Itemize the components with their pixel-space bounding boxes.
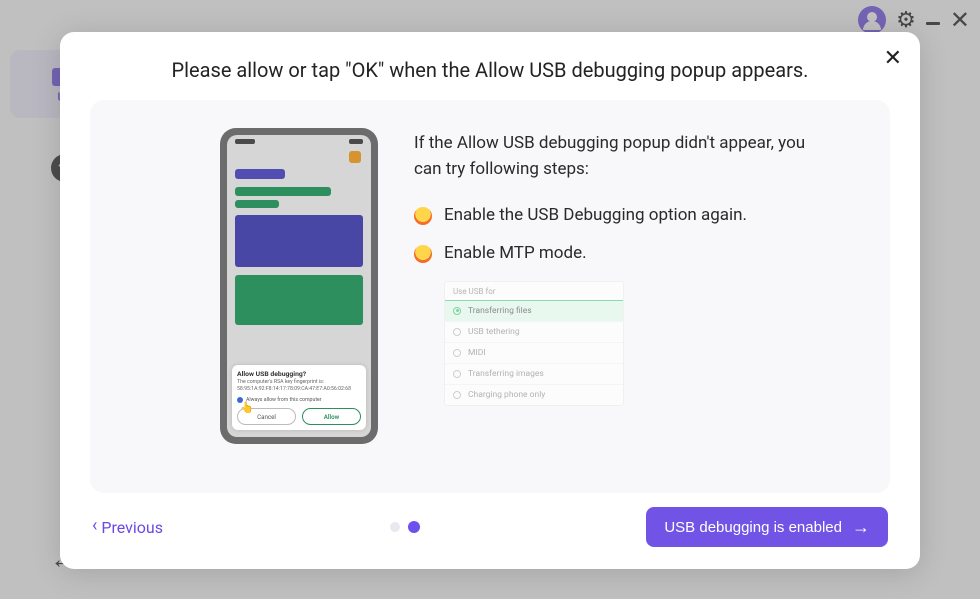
- modal-title: Please allow or tap "OK" when the Allow …: [90, 58, 890, 82]
- tip-text: Enable MTP mode.: [444, 243, 587, 263]
- usb-option: Transferring images: [445, 363, 623, 384]
- radio-icon: [453, 349, 461, 357]
- usb-option-label: MIDI: [468, 348, 486, 358]
- usb-option: Transferring files: [445, 300, 623, 321]
- modal-footer: ‹ Previous USB debugging is enabled →: [90, 507, 890, 547]
- step-indicator: [390, 521, 420, 533]
- tip-row: Enable MTP mode.: [414, 243, 852, 263]
- modal-content-panel: Allow USB debugging? The computer's RSA …: [90, 100, 890, 493]
- radio-icon: [453, 307, 461, 315]
- phone-popup-line2: 58:95:1A:92:F8:14:17:78:09:CA:47:E7:A0:5…: [237, 386, 361, 393]
- radio-icon: [453, 328, 461, 336]
- intro-text: If the Allow USB debugging popup didn't …: [414, 130, 834, 183]
- usb-option: MIDI: [445, 342, 623, 363]
- modal-close-icon[interactable]: ✕: [884, 46, 902, 71]
- radio-icon: [453, 370, 461, 378]
- usb-option-label: Transferring files: [468, 306, 532, 316]
- step-dot-active: [408, 521, 420, 533]
- usb-option-label: Charging phone only: [468, 390, 545, 400]
- instructions: If the Allow USB debugging popup didn't …: [414, 128, 852, 406]
- phone-illustration: Allow USB debugging? The computer's RSA …: [220, 128, 378, 444]
- usb-option-label: USB tethering: [468, 327, 520, 337]
- chevron-left-icon: ‹: [92, 517, 97, 535]
- phone-popup: Allow USB debugging? The computer's RSA …: [232, 365, 366, 431]
- arrow-right-icon: →: [852, 518, 870, 536]
- phone-popup-checkbox-label: Always allow from this computer: [246, 397, 322, 403]
- phone-popup-title: Allow USB debugging?: [237, 370, 361, 378]
- phone-popup-allow: Allow: [302, 408, 361, 425]
- radio-icon: [453, 391, 461, 399]
- bulb-icon: [414, 245, 432, 263]
- previous-button[interactable]: ‹ Previous: [92, 518, 163, 537]
- usb-option: USB tethering: [445, 321, 623, 342]
- phone-popup-line1: The computer's RSA key fingerprint is:: [237, 379, 361, 386]
- cta-label: USB debugging is enabled: [664, 519, 842, 536]
- bulb-icon: [414, 207, 432, 225]
- tip-row: Enable the USB Debugging option again.: [414, 205, 852, 225]
- step-dot: [390, 522, 400, 532]
- usb-options-heading: Use USB for: [445, 282, 623, 300]
- modal-dialog: ✕ Please allow or tap "OK" when the Allo…: [60, 32, 920, 569]
- tip-text: Enable the USB Debugging option again.: [444, 205, 747, 225]
- tap-hand-icon: 👆: [240, 401, 254, 414]
- usb-option: Charging phone only: [445, 384, 623, 405]
- usb-option-label: Transferring images: [468, 369, 544, 379]
- usb-options-illustration: Use USB for Transferring files USB tethe…: [444, 281, 624, 406]
- previous-label: Previous: [101, 518, 163, 537]
- usb-debugging-enabled-button[interactable]: USB debugging is enabled →: [646, 507, 888, 547]
